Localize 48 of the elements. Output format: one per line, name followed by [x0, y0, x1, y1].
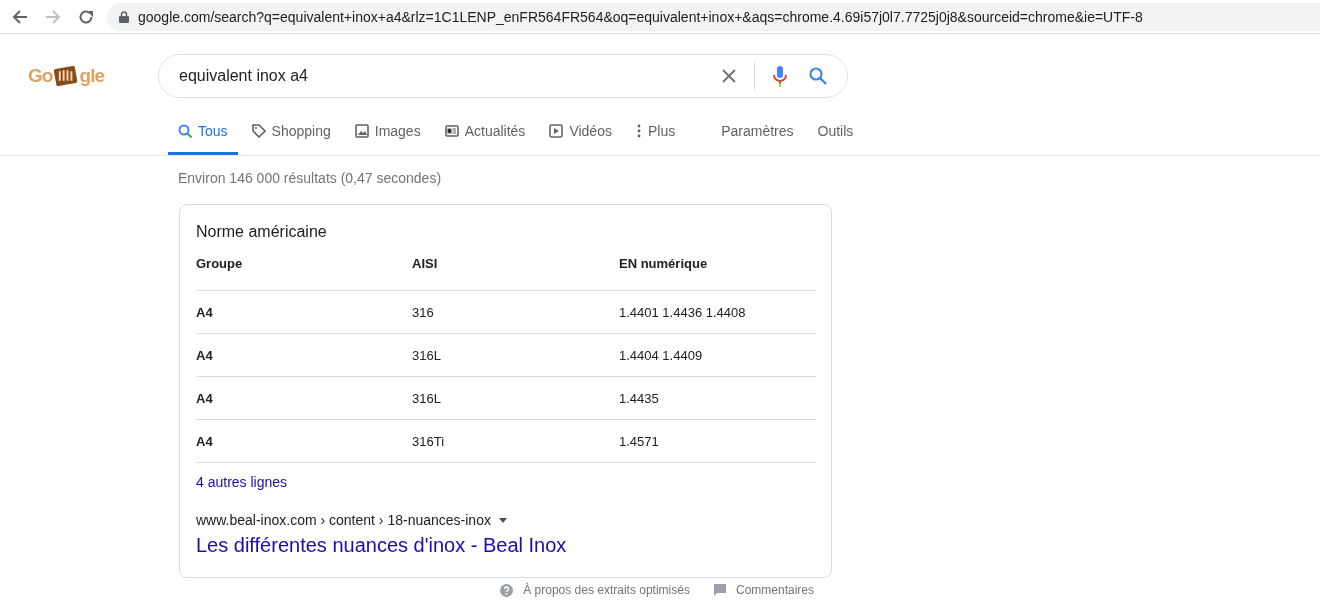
- column-header: AISI: [412, 256, 619, 291]
- table-cell: A4: [196, 419, 412, 463]
- reload-icon[interactable]: [78, 8, 94, 25]
- back-arrow-icon[interactable]: [12, 8, 28, 25]
- search-tab[interactable]: Vidéos: [539, 110, 622, 155]
- column-header: EN numérique: [619, 256, 816, 291]
- address-bar[interactable]: google.com/search?q=equivalent+inox+a4&rlz=1C1LENP_enFR564FR564&oq=equivalent+inox+&aqs=chrome.4.69i57j0l7.7725j0j8&sourceid=chrome&ie=UTF-8: [107, 2, 1320, 31]
- result-stats: Environ 146 000 résultats (0,47 secondes): [178, 170, 443, 188]
- feedback-icon[interactable]: [713, 584, 726, 596]
- more-dots-icon: [635, 124, 642, 138]
- table-cell: 316: [412, 290, 619, 334]
- settings-link[interactable]: Paramètres: [709, 110, 806, 152]
- feedback-link[interactable]: Commentaires: [735, 583, 814, 597]
- search-icon[interactable]: [809, 67, 827, 85]
- dropdown-caret-icon[interactable]: [498, 517, 507, 523]
- microphone-icon[interactable]: [773, 65, 787, 87]
- search-tab[interactable]: Actualités: [434, 110, 536, 155]
- table-cell: 316L: [412, 333, 619, 377]
- search-tab[interactable]: Images: [344, 110, 431, 155]
- query-text: equivalent inox a4: [179, 67, 309, 85]
- lock-icon: [119, 10, 129, 23]
- table-cell: 1.4401 1.4436 1.4408: [619, 290, 816, 334]
- table-cell: 316L: [412, 376, 619, 420]
- about-snippets-link[interactable]: À propos des extraits optimisés: [523, 583, 690, 597]
- search-tab[interactable]: Plus: [625, 110, 686, 155]
- table-cell: A4: [196, 333, 412, 377]
- more-rows-link[interactable]: 4 autres lignes: [196, 474, 815, 490]
- search-tab[interactable]: Shopping: [241, 110, 341, 155]
- url-text: google.com/search?q=equivalent+inox+a4&rlz=1C1LENP_enFR564FR564&oq=equivalent+inox+&aqs=chrome.4.69i57j0l7.7725j0j8&sourceid=chrome&ie=UTF-8: [138, 8, 1143, 25]
- clear-icon[interactable]: [722, 69, 736, 83]
- result-title-link[interactable]: Les différentes nuances d'inox - Beal Inox: [196, 534, 815, 557]
- table-cell: 316Ti: [412, 419, 619, 463]
- table-cell: A4: [196, 376, 412, 420]
- column-header: Groupe: [196, 256, 412, 291]
- newspaper-icon: [444, 124, 459, 138]
- table-cell: 1.4435: [619, 376, 816, 420]
- tools-link[interactable]: Outils: [805, 110, 866, 152]
- search-tab[interactable]: Tous: [168, 110, 238, 155]
- image-icon: [354, 124, 369, 138]
- table-cell: 1.4571: [619, 419, 816, 463]
- play-icon: [549, 124, 564, 138]
- table-cell: A4: [196, 290, 412, 334]
- table-cell: 1.4404 1.4409: [619, 333, 816, 377]
- snippet-title: Norme américaine: [196, 223, 328, 241]
- breadcrumb-url: www.beal-inox.com › content › 18-nuances-inox: [196, 512, 491, 528]
- help-icon[interactable]: [500, 583, 514, 597]
- tag-icon: [251, 124, 266, 138]
- search-icon: [178, 124, 192, 138]
